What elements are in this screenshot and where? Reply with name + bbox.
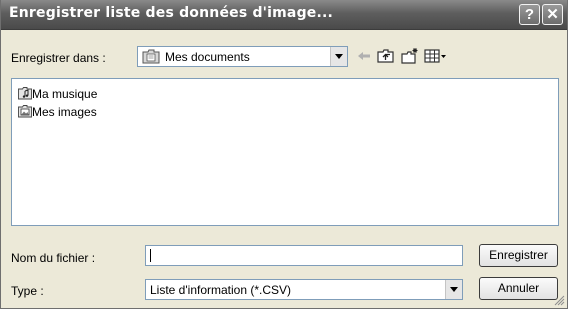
chevron-down-icon[interactable]: [445, 280, 462, 299]
window-title: Enregistrer liste des données d'image...: [9, 5, 334, 21]
pictures-folder-icon: [18, 105, 32, 118]
up-folder-icon[interactable]: [377, 48, 395, 64]
save-button[interactable]: Enregistrer: [479, 244, 558, 267]
save-in-value: Mes documents: [165, 50, 250, 64]
view-menu-icon[interactable]: [424, 48, 448, 64]
list-item-label: Mes images: [32, 105, 97, 119]
type-value: Liste d'information (*.CSV): [150, 283, 292, 297]
help-button[interactable]: ?: [519, 4, 540, 25]
list-item-label: Ma musique: [32, 87, 98, 101]
music-folder-icon: [18, 87, 32, 100]
text-caret: [150, 249, 151, 262]
file-list[interactable]: Ma musique Mes images: [11, 78, 559, 226]
save-in-dropdown[interactable]: Mes documents: [137, 46, 348, 67]
cancel-button[interactable]: Annuler: [479, 277, 558, 300]
resize-grip-icon[interactable]: [553, 294, 565, 306]
filename-field[interactable]: [145, 245, 463, 266]
title-bar[interactable]: Enregistrer liste des données d'image...…: [1, 0, 567, 30]
help-icon: ?: [524, 6, 535, 23]
type-dropdown[interactable]: Liste d'information (*.CSV): [145, 279, 463, 300]
documents-folder-icon: [142, 49, 160, 64]
save-dialog: Enregistrer liste des données d'image...…: [0, 0, 568, 309]
close-button[interactable]: ✕: [542, 4, 563, 25]
back-icon[interactable]: [356, 48, 372, 64]
filename-label: Nom du fichier :: [11, 251, 96, 265]
type-label: Type :: [11, 284, 44, 298]
save-in-label: Enregistrer dans :: [11, 51, 106, 65]
chevron-down-icon[interactable]: [330, 47, 347, 66]
new-folder-icon[interactable]: [401, 48, 419, 64]
close-icon: ✕: [546, 6, 559, 23]
